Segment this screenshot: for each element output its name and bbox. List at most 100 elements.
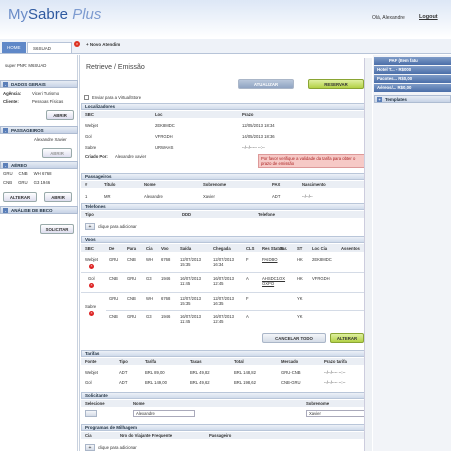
pax-cell: ADT: [272, 194, 281, 199]
tarifa-cell: BRL 49,82: [190, 370, 210, 375]
remove-flight-icon[interactable]: ×: [89, 264, 94, 269]
tab-home[interactable]: HOME: [2, 42, 26, 53]
tarifas-header[interactable]: Tarifas: [81, 350, 370, 357]
voo-res-status-link[interactable]: AHSDC1OX OXPO: [262, 276, 294, 286]
col-num: #: [85, 182, 88, 187]
col-loc-cia: Loc Cia: [312, 246, 328, 251]
remove-flight-icon[interactable]: ×: [89, 311, 94, 316]
select-solicitante-dropdown[interactable]: [85, 410, 97, 417]
solicitar-button[interactable]: SOLICITAR: [40, 224, 74, 234]
section-dados-gerais[interactable]: - DADOS GERAIS: [0, 80, 78, 88]
agencia-label: Agência:: [3, 91, 22, 96]
tarifa-cell: BRL 89,00: [145, 370, 165, 375]
remove-flight-icon[interactable]: ×: [89, 283, 94, 288]
collapse-icon[interactable]: -: [3, 128, 8, 133]
main-scrollbar[interactable]: [364, 58, 372, 451]
logout-link[interactable]: Logout: [419, 14, 438, 20]
aereo-row: GRU CNB WH 6768: [3, 171, 52, 176]
add-phone-button[interactable]: +: [85, 223, 95, 230]
loc-cell: Gol: [85, 134, 92, 139]
col-cls: CLS: [246, 246, 255, 251]
alterar-voos-button[interactable]: ALTERAR: [330, 333, 364, 343]
col-tipo: Tipo: [85, 212, 94, 217]
voo-cell: 1946: [161, 276, 171, 281]
col-selecione: Selecione: [85, 401, 105, 406]
col-tipo: Tipo: [119, 359, 128, 364]
passageiros-header[interactable]: Passageiros: [81, 173, 370, 180]
pax-cell: 1: [85, 194, 88, 199]
new-attendance-link[interactable]: + Novo Atendim: [86, 42, 120, 47]
pax-cell: Alexandre: [144, 194, 163, 199]
col-passageiro: Passageiro: [209, 433, 232, 438]
tarifa-cell: BRL 149,00: [145, 380, 167, 385]
col-tar: Tar.: [280, 246, 288, 251]
right-item-pacotes[interactable]: Pacotes... R$0,00: [374, 75, 451, 83]
right-item-hotel[interactable]: Hotel T... - R$000: [374, 66, 451, 74]
add-milhagem-label[interactable]: clique para adicionar: [98, 445, 137, 450]
milhagem-header[interactable]: Programas de Milhagem: [81, 424, 370, 431]
logo-prefix: My: [8, 6, 28, 23]
section-aereo[interactable]: - AÉREO: [0, 161, 78, 169]
criado-name: Alexandre xavier: [115, 154, 147, 159]
section-analise[interactable]: - ANÁLISE DE BECO: [0, 206, 78, 214]
tarifa-cell: ADT: [119, 370, 128, 375]
page-title: Retrieve / Emissão: [86, 64, 145, 71]
voo-sbc: Gol: [88, 276, 95, 281]
cliente-label: Cliente:: [3, 99, 19, 104]
col-nro-viajante: Nro do Viajante Frequente: [120, 433, 173, 438]
add-phone-label[interactable]: clique para adicionar: [98, 224, 137, 229]
close-tab-icon[interactable]: ×: [74, 41, 80, 47]
solicitante-sobrenome-input[interactable]: Xavier: [306, 410, 368, 417]
passenger-name: Alexandre Xavier: [34, 137, 67, 142]
tab-record[interactable]: S6SUAD: [27, 42, 72, 53]
loc-cell: VFRGDH: [155, 134, 173, 139]
col-pax: PAX: [272, 182, 281, 187]
col-cia: Cia: [85, 433, 92, 438]
voo-cell: GRU: [127, 314, 137, 319]
cancelar-todo-button[interactable]: CANCELAR TODO: [262, 333, 326, 343]
section-passageiros[interactable]: - PASSAGEIROS: [0, 126, 78, 134]
tarifa-cell: --/--/---- --:--: [324, 380, 346, 385]
right-item-aereos[interactable]: Aéreos/... R$0,00: [374, 84, 451, 92]
col-saida: Saída: [180, 246, 192, 251]
logo-brand: Sabre: [28, 6, 69, 23]
templates-section[interactable]: + Templates: [374, 95, 451, 103]
right-item-paf[interactable]: PAF (Item fatu: [374, 57, 451, 65]
abrir-passageiros-button[interactable]: ABRIR: [42, 148, 72, 158]
tarifa-cell: BRL 148,82: [234, 370, 256, 375]
agencia-value: Viceri Turismo: [32, 91, 60, 96]
voos-header[interactable]: Voos: [81, 236, 370, 243]
solicitante-nome-input[interactable]: Alexandre: [133, 410, 195, 417]
app-window: MySabre Plus Olá, Alexandre Logout HOME …: [0, 0, 451, 451]
add-milhagem-button[interactable]: +: [85, 444, 95, 451]
voo-cell: CNB: [109, 276, 118, 281]
loc-cell: 14/05/2013 18:36: [242, 134, 275, 139]
collapse-icon[interactable]: -: [3, 82, 8, 87]
abrir-dados-button[interactable]: ABRIR: [46, 110, 74, 120]
voo-cell: GRU: [127, 276, 137, 281]
col-st: ST: [297, 246, 303, 251]
alterar-aereo-button[interactable]: ALTERAR: [3, 192, 37, 202]
voo-sbc: Sabre: [85, 304, 97, 309]
col-sbc: SBC: [85, 112, 94, 117]
atualizar-button[interactable]: ATUALIZAR: [238, 79, 294, 89]
telefones-header[interactable]: Telefones: [81, 203, 370, 210]
voo-res-status-link[interactable]: PAIDBO: [262, 257, 278, 262]
collapse-icon[interactable]: -: [3, 208, 8, 213]
expand-icon[interactable]: +: [377, 97, 382, 102]
voo-cell: YK: [297, 296, 303, 301]
localizadores-header[interactable]: Localizadores: [81, 103, 370, 110]
envio-checkbox[interactable]: [84, 95, 89, 100]
tarifa-cell: ADT: [119, 380, 128, 385]
abrir-aereo-button[interactable]: ABRIR: [44, 192, 72, 202]
collapse-icon[interactable]: -: [3, 163, 8, 168]
tab-bar: HOME S6SUAD: [0, 39, 451, 54]
solicitante-header[interactable]: Solicitante: [81, 392, 370, 399]
tarifa-cell: --/--/---- --:--: [324, 370, 346, 375]
tarifa-cell: BRL 49,62: [190, 380, 210, 385]
col-para: Para: [127, 246, 137, 251]
col-prazo: Prazo: [242, 112, 254, 117]
col-nome: Nome: [133, 401, 145, 406]
voo-cell: 12/07/2013 16:35: [213, 296, 234, 306]
reservar-button[interactable]: RESERVAR: [308, 79, 364, 89]
